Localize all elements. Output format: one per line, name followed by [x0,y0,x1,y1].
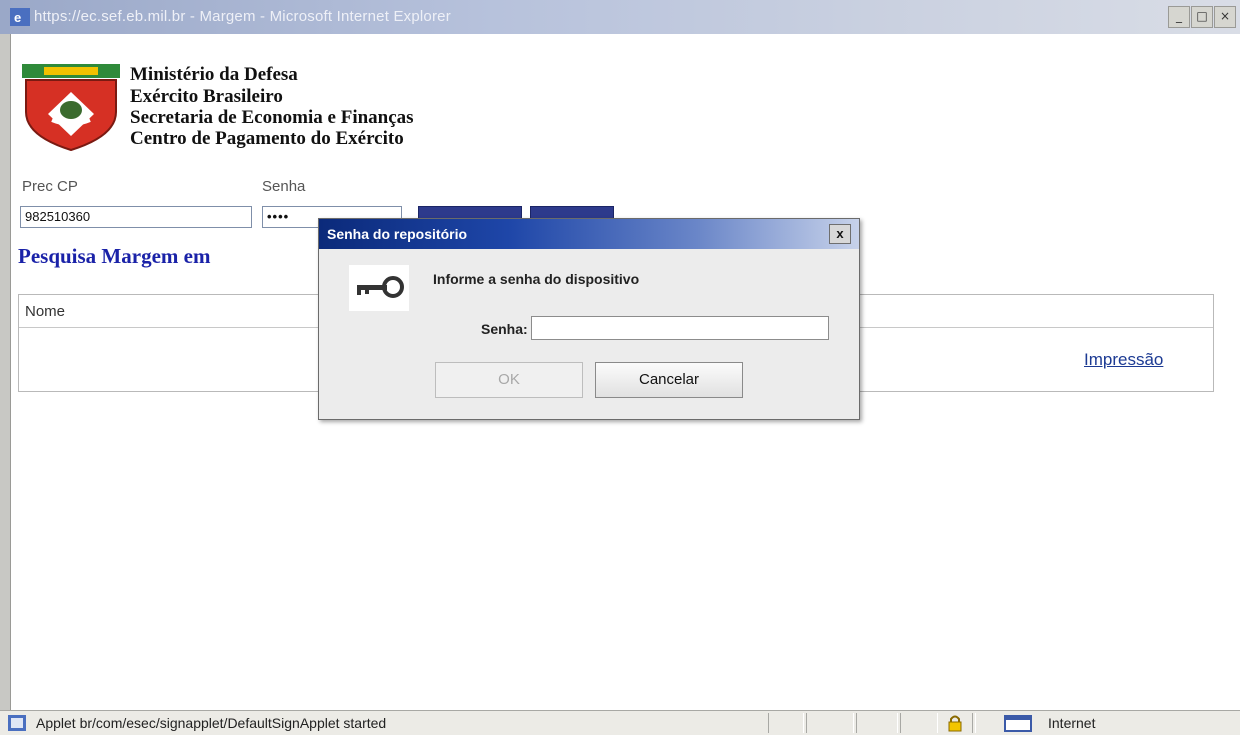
security-zone-label: Internet [1048,715,1096,731]
status-text: Applet br/com/esec/signapplet/DefaultSig… [36,715,387,731]
status-segment [806,713,854,733]
header-line-army: Exército Brasileiro [130,86,283,107]
dialog-message: Informe a senha do dispositivo [433,271,640,287]
svg-text:e: e [14,10,21,25]
close-window-button[interactable]: × [1214,6,1236,28]
status-bar: Applet br/com/esec/signapplet/DefaultSig… [0,710,1240,735]
cancel-button[interactable]: Cancelar [595,362,743,398]
window-controls: _ □ × [1168,6,1240,28]
internet-zone-icon[interactable] [1004,714,1034,732]
dialog-close-button[interactable]: x [829,224,851,244]
column-header-nome: Nome [25,303,66,320]
senha-label: Senha [262,178,306,195]
window-title: https://ec.sef.eb.mil.br - Margem - Micr… [34,8,451,25]
prec-cp-input[interactable]: 982510360 [20,206,252,228]
header-line-secretariat: Secretaria de Economia e Finanças [130,107,414,128]
password-dialog: Senha do repositório x Informe a senha d… [318,218,860,420]
minimize-button[interactable]: _ [1168,6,1190,28]
dialog-password-label: Senha: [481,321,528,337]
status-segment [900,713,938,733]
ok-button[interactable]: OK [435,362,583,398]
page-status-icon [8,715,26,731]
key-icon [349,265,409,311]
dialog-title: Senha do repositório [327,226,468,242]
header-line-ministry: Ministério da Defesa [130,64,298,85]
status-segment [768,713,804,733]
dialog-title-bar[interactable]: Senha do repositório x [319,219,859,249]
status-divider [972,713,976,733]
header-line-payment-center: Centro de Pagamento do Exército [130,128,404,149]
print-link[interactable]: Impressão [1084,350,1163,370]
army-shield-logo [22,64,120,152]
maximize-button[interactable]: □ [1191,6,1213,28]
lock-icon[interactable] [946,714,964,732]
prec-cp-label: Prec CP [22,178,78,195]
window-title-bar[interactable]: e https://ec.sef.eb.mil.br - Margem - Mi… [0,0,1240,34]
window-left-border [0,34,11,710]
page-heading: Pesquisa Margem em [18,244,211,268]
status-segment [856,713,898,733]
dialog-password-input[interactable] [531,316,829,340]
internet-explorer-icon: e [10,8,30,26]
